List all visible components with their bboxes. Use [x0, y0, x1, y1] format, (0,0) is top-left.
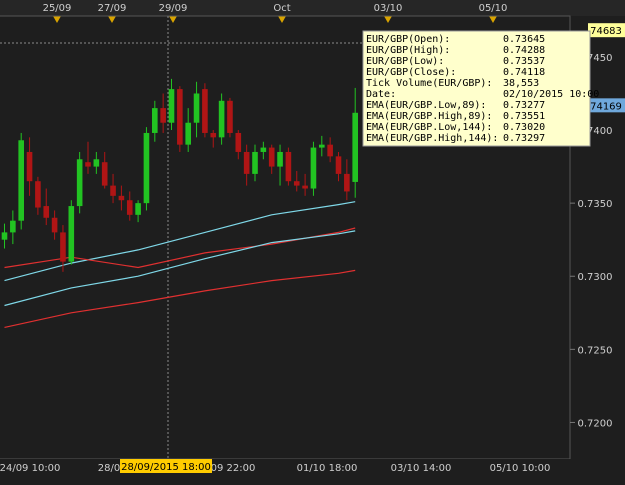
candle-body [43, 206, 50, 218]
tooltip-row-value: 0.73645 [503, 34, 545, 45]
price-tick-label: 0.7200 [578, 418, 613, 429]
tooltip-row-label: EUR/GBP(Open): [366, 34, 450, 45]
candle-body [285, 151, 292, 182]
tooltip-row-value: 02/10/2015 10:00 [503, 89, 599, 100]
candle-body [101, 162, 108, 186]
tooltip-row-label: EUR/GBP(High): [366, 45, 450, 56]
candle-body [160, 108, 166, 123]
time-tick-label: 01/10 18:00 [297, 463, 358, 474]
candle-body [202, 89, 208, 133]
candle-body [68, 206, 75, 262]
ohlc-tooltip: EUR/GBP(Open): 0.73645 EUR/GBP(High): 0.742… [362, 30, 599, 147]
candle-body [293, 181, 300, 186]
candlestick-chart[interactable]: 25/09 27/09 29/09 Oct 03/10 05/10 0.7450 0.740… [0, 0, 625, 481]
tooltip-row-value: 0.73551 [503, 111, 545, 122]
price-tick-label: 0.7250 [578, 345, 613, 356]
candle-body [235, 132, 242, 152]
candle-body [51, 217, 58, 233]
candle-body [218, 100, 225, 138]
candle-body [344, 173, 350, 192]
candle [177, 86, 183, 152]
top-date-strip [0, 0, 625, 16]
tooltip-row-label: EMA(EUR/GBP.Low,144): [366, 122, 492, 133]
candle [18, 132, 24, 230]
tooltip-row-value: 0.73020 [503, 122, 545, 133]
price-tick-label: 0.7300 [578, 272, 613, 283]
candle-body [310, 147, 317, 189]
candle-body [118, 195, 125, 201]
tooltip-row-value: 0.73277 [503, 100, 545, 111]
crosshair-time-label: 28/09/2015 18:00 [121, 462, 211, 473]
tooltip-row-value: 38,553 [503, 78, 539, 89]
candle-body [210, 132, 217, 138]
time-tick-label: 28/0 [98, 463, 120, 474]
candle-body [10, 220, 16, 233]
candle [76, 151, 83, 214]
candle-body [352, 112, 358, 182]
candle-body [193, 93, 200, 123]
time-tick-label: 24/09 10:00 [0, 463, 60, 474]
time-tick-label: 05/10 10:00 [490, 463, 551, 474]
candle-body [177, 89, 183, 145]
candle-body [18, 140, 24, 221]
candle-body [268, 147, 275, 167]
candle-body [60, 232, 66, 262]
candle [68, 200, 75, 265]
candle [285, 147, 292, 186]
candle-body [1, 232, 8, 240]
candle-body [152, 108, 158, 133]
chart-canvas[interactable]: 25/09 27/09 29/09 Oct 03/10 05/10 0.74500.740… [0, 0, 625, 481]
candle [143, 127, 150, 211]
tooltip-row-label: EMA(EUR/GBP.Low,89): [366, 100, 486, 111]
candle-body [252, 151, 258, 174]
candle-body [319, 144, 325, 148]
candle [227, 97, 233, 138]
candle-body [35, 181, 41, 208]
tooltip-row-label: EUR/GBP(Close): [366, 67, 456, 78]
tooltip-row-value: 0.74288 [503, 45, 545, 56]
candle-body [85, 162, 91, 167]
tooltip-row-value: 0.73537 [503, 56, 545, 67]
candle [310, 141, 317, 196]
candle-body [26, 151, 33, 182]
top-date-label: Oct [273, 3, 290, 14]
tooltip-row-label: EMA(EUR/GBP.High,144): [366, 133, 498, 144]
top-date-label: 05/10 [479, 3, 508, 14]
tooltip-row-value: 0.74118 [503, 67, 545, 78]
candle-body [327, 144, 333, 157]
tooltip-row-label: Date: [366, 89, 396, 100]
candle-body [260, 147, 267, 152]
candle-body [168, 89, 175, 123]
time-tick-label: 09 22:00 [211, 463, 256, 474]
candle-body [302, 185, 308, 189]
top-date-label: 29/09 [159, 3, 188, 14]
candle-body [135, 203, 141, 215]
candle [218, 93, 225, 145]
candle-body [277, 151, 283, 167]
price-badge-label: 74169 [590, 101, 622, 112]
candle-body [185, 122, 191, 145]
price-tick-label: 0.7350 [578, 199, 613, 210]
tooltip-row-label: EUR/GBP(Low): [366, 56, 444, 67]
candle [202, 83, 208, 138]
candle-body [227, 100, 233, 133]
candle-body [243, 151, 250, 174]
top-date-label: 03/10 [374, 3, 403, 14]
candle-body [335, 156, 342, 174]
tooltip-row-value: 0.73297 [503, 133, 545, 144]
candle-body [93, 159, 100, 167]
candle-body [126, 200, 133, 215]
tooltip-row-label: Tick Volume(EUR/GBP): [366, 78, 492, 89]
top-date-label: 25/09 [43, 3, 72, 14]
candle-body [110, 185, 116, 196]
tooltip-row-label: EMA(EUR/GBP.High,89): [366, 111, 492, 122]
top-date-label: 27/09 [98, 3, 127, 14]
price-badge-label: 74683 [590, 26, 622, 37]
time-tick-label: 03/10 14:00 [391, 463, 452, 474]
candle-body [76, 159, 83, 207]
candle-body [143, 132, 150, 204]
